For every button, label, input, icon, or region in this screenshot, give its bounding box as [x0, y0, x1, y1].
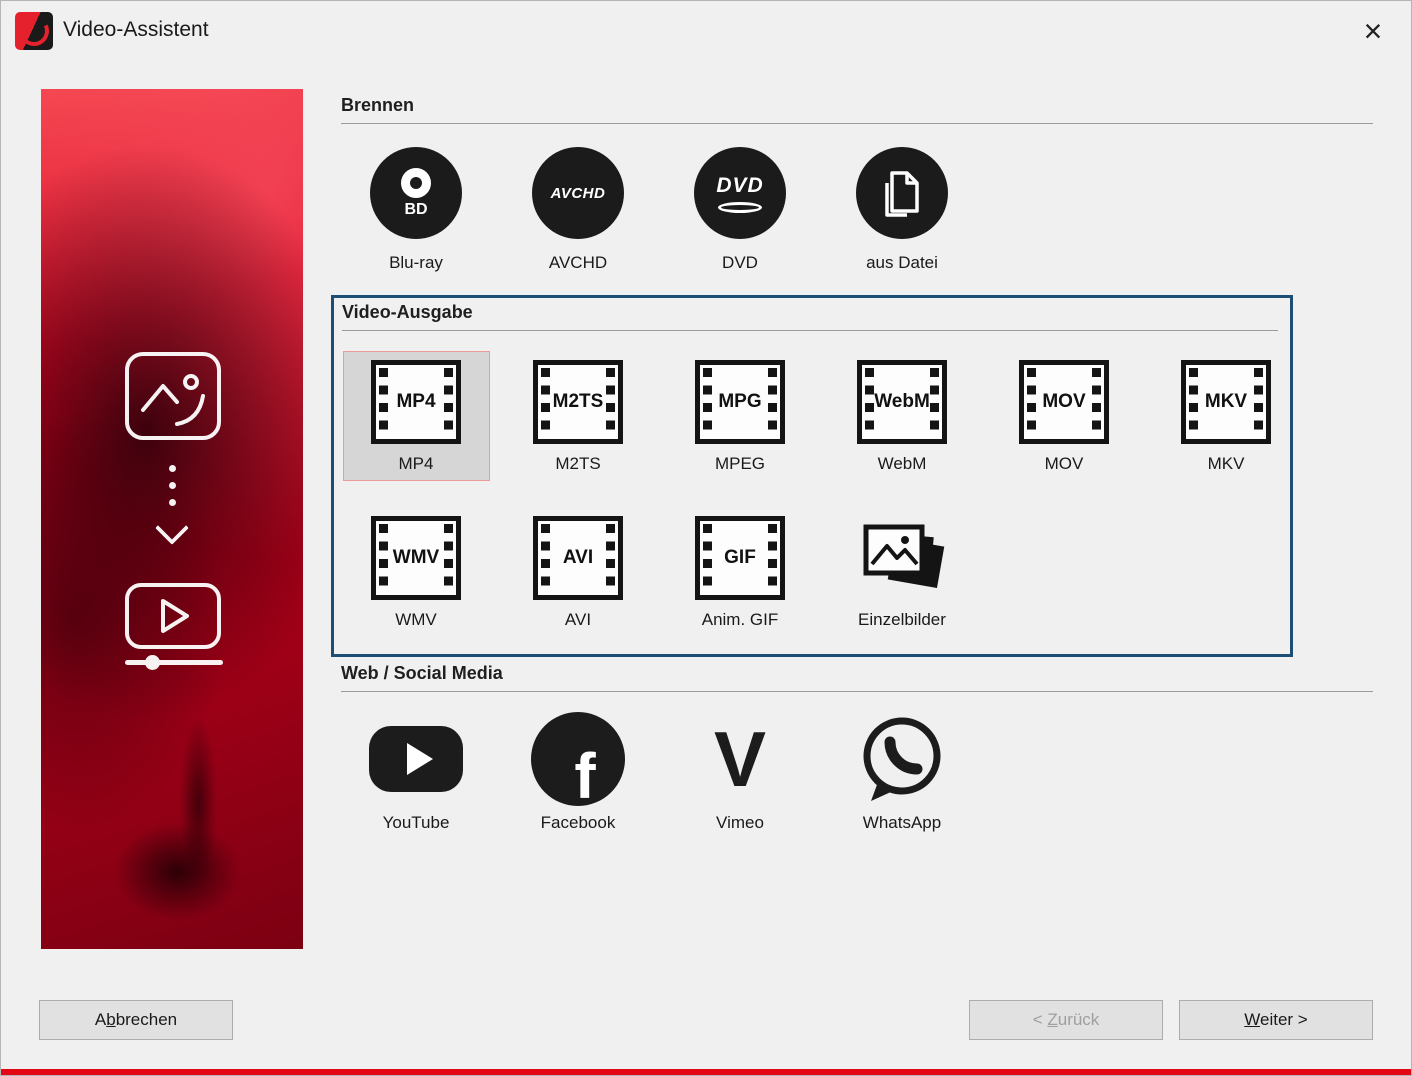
- disc-ring: [401, 167, 431, 198]
- format-anim-gif[interactable]: GIF Anim. GIF: [659, 507, 821, 637]
- facebook-icon: f: [531, 712, 625, 806]
- film-format-text: M2TS: [552, 391, 604, 412]
- arrow-down-icon: [41, 465, 303, 545]
- format-label: aus Datei: [866, 253, 938, 272]
- section-brennen-title: Brennen: [341, 95, 1373, 124]
- format-label: MPEG: [714, 454, 766, 473]
- film-format-text: GIF: [724, 547, 756, 568]
- film-strip-icon: MPG: [695, 360, 785, 444]
- format-label: Blu-ray: [389, 253, 443, 272]
- film-format-text: MPG: [718, 391, 762, 412]
- film-format-text: AVI: [562, 547, 594, 568]
- format-mov[interactable]: MOV MOV: [983, 351, 1145, 481]
- video-output-row-2: WMV WMV AVI AVI GIF Anim. GIF Einzelbild…: [335, 507, 983, 637]
- brennen-row: BD Blu-ray AVCHD AVCHD DVD DVD aus Datei: [335, 147, 983, 273]
- format-label: WMV: [395, 610, 437, 629]
- dvd-disc-icon: DVD: [694, 147, 786, 239]
- format-label: Einzelbilder: [858, 610, 946, 629]
- film-format-text: MKV: [1204, 391, 1248, 412]
- dvd-ellipse: [718, 201, 762, 213]
- avchd-disc-icon: AVCHD: [532, 147, 624, 239]
- format-label: WhatsApp: [862, 813, 942, 832]
- format-label: YouTube: [382, 813, 450, 832]
- avchd-icon-text: AVCHD: [550, 184, 606, 202]
- format-einzelbilder[interactable]: Einzelbilder: [821, 507, 983, 637]
- film-strip-icon: MKV: [1181, 360, 1271, 444]
- format-dvd[interactable]: DVD DVD: [659, 147, 821, 273]
- format-label: WebM: [877, 454, 927, 473]
- format-label: Facebook: [540, 813, 616, 832]
- format-whatsapp[interactable]: WhatsApp: [821, 711, 983, 833]
- format-avchd[interactable]: AVCHD AVCHD: [497, 147, 659, 273]
- video-player-icon: [125, 583, 221, 649]
- film-format-text: WebM: [874, 391, 930, 412]
- film-strip-icon: M2TS: [533, 360, 623, 444]
- format-label: AVI: [564, 610, 592, 629]
- film-format-text: WMV: [392, 547, 440, 568]
- title-bar: Video-Assistent ×: [1, 1, 1411, 63]
- web-row: YouTube f Facebook V Vimeo WhatsApp: [335, 711, 983, 833]
- film-strip-icon: WebM: [857, 360, 947, 444]
- format-label: MOV: [1044, 454, 1084, 473]
- bottom-accent-bar: [1, 1069, 1411, 1075]
- film-strip-icon: GIF: [695, 516, 785, 600]
- format-label: Vimeo: [716, 813, 764, 832]
- video-output-row-1: MP4 MP4 M2TS M2TS MPG MPEG WebM WebM MOV…: [335, 351, 1307, 481]
- photo-stack-icon: [855, 516, 949, 600]
- vimeo-icon: V: [713, 715, 767, 803]
- dvd-icon-text: DVD: [716, 173, 764, 197]
- format-wmv[interactable]: WMV WMV: [335, 507, 497, 637]
- player-timeline-icon: [125, 655, 223, 670]
- back-button[interactable]: < Zurück: [969, 1000, 1163, 1040]
- close-button[interactable]: ×: [1349, 9, 1397, 53]
- format-facebook[interactable]: f Facebook: [497, 711, 659, 833]
- window-title: Video-Assistent: [63, 18, 209, 41]
- format-label: MKV: [1207, 454, 1245, 473]
- sidebar-preview-image: [41, 89, 303, 949]
- whatsapp-icon: [855, 712, 949, 806]
- youtube-icon: [369, 726, 463, 792]
- next-button[interactable]: Weiter >: [1179, 1000, 1373, 1040]
- facebook-f-glyph: f: [574, 740, 596, 806]
- video-assistant-dialog: Video-Assistent × Brennen BD Blu-ray AVC…: [0, 0, 1412, 1076]
- format-label: M2TS: [555, 454, 601, 473]
- film-strip-icon: MP4: [371, 360, 461, 444]
- bluray-disc-icon: BD: [370, 147, 462, 239]
- film-strip-icon: AVI: [533, 516, 623, 600]
- media-files-icon: [125, 352, 221, 440]
- section-video-ausgabe-title: Video-Ausgabe: [342, 302, 1278, 331]
- format-mp4[interactable]: MP4 MP4: [335, 351, 497, 481]
- format-bluray[interactable]: BD Blu-ray: [335, 147, 497, 273]
- film-format-text: MOV: [1042, 391, 1086, 412]
- selected-tile: MP4 MP4: [342, 351, 490, 481]
- film-strip-icon: WMV: [371, 516, 461, 600]
- app-logo-icon: [15, 12, 53, 50]
- file-icon: [856, 147, 948, 239]
- format-youtube[interactable]: YouTube: [335, 711, 497, 833]
- format-webm[interactable]: WebM WebM: [821, 351, 983, 481]
- cancel-button[interactable]: Abbrechen: [39, 1000, 233, 1040]
- format-label: MP4: [398, 454, 434, 473]
- format-vimeo[interactable]: V Vimeo: [659, 711, 821, 833]
- film-strip-icon: MOV: [1019, 360, 1109, 444]
- bluray-icon-text: BD: [404, 200, 428, 218]
- format-label: AVCHD: [548, 253, 608, 272]
- film-format-text: MP4: [396, 391, 436, 412]
- format-mkv[interactable]: MKV MKV: [1145, 351, 1307, 481]
- format-label: DVD: [722, 253, 758, 272]
- section-web-title: Web / Social Media: [341, 663, 1373, 692]
- format-m2ts[interactable]: M2TS M2TS: [497, 351, 659, 481]
- format-aus-datei[interactable]: aus Datei: [821, 147, 983, 273]
- format-label: Anim. GIF: [701, 610, 779, 629]
- format-avi[interactable]: AVI AVI: [497, 507, 659, 637]
- format-mpeg[interactable]: MPG MPEG: [659, 351, 821, 481]
